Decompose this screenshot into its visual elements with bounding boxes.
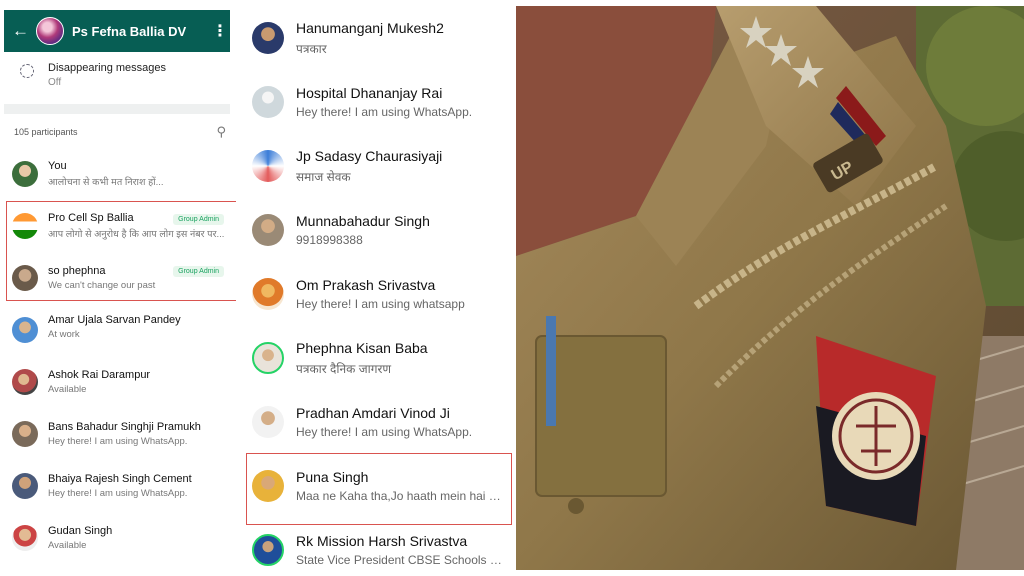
disappearing-value: Off — [48, 77, 62, 88]
avatar — [12, 421, 38, 447]
participants-header: 105 participants ⚲ — [14, 124, 226, 140]
participant-name: Ashok Rai Darampur — [48, 369, 151, 381]
participant-status: आलोचना से कभी मत निराश हों... — [48, 177, 164, 188]
contact-status: पत्रकार — [296, 41, 327, 56]
contact-status: Hey there! I am using whatsapp — [296, 297, 465, 311]
participant-status: Hey there! I am using WhatsApp. — [48, 436, 188, 447]
avatar — [12, 473, 38, 499]
contact-row[interactable]: Hospital Dhananjay Rai Hey there! I am u… — [244, 70, 512, 134]
contact-status: Hey there! I am using WhatsApp. — [296, 105, 473, 119]
contact-name: Munnabahadur Singh — [296, 213, 430, 229]
contact-name: Pradhan Amdari Vinod Ji — [296, 405, 450, 421]
more-vertical-icon[interactable]: ⋮ — [212, 21, 228, 41]
contact-name: Hanumanganj Mukesh2 — [296, 19, 444, 36]
group-avatar[interactable] — [36, 17, 64, 45]
section-divider — [4, 104, 230, 114]
disappearing-label: Disappearing messages — [48, 62, 167, 74]
avatar — [252, 534, 284, 566]
group-app-bar: ← Ps Fefna Ballia DV ⋮ — [4, 10, 230, 52]
avatar — [252, 214, 284, 246]
uniform-illustration: UP — [516, 6, 1024, 570]
participant-name: Bhaiya Rajesh Singh Cement — [48, 473, 192, 485]
avatar — [252, 278, 284, 310]
contact-row[interactable]: Pradhan Amdari Vinod Ji Hey there! I am … — [244, 390, 512, 454]
contact-name: Hospital Dhananjay Rai — [296, 85, 443, 101]
highlight-box-admins — [6, 201, 236, 301]
timer-icon — [20, 64, 34, 78]
contact-row[interactable]: Rk Mission Harsh Srivastva State Vice Pr… — [244, 518, 512, 576]
participant-name: You — [48, 160, 67, 172]
avatar — [252, 150, 284, 182]
contact-row[interactable]: Om Prakash Srivastva Hey there! I am usi… — [244, 262, 512, 326]
contact-row[interactable]: Munnabahadur Singh 9918998388 — [244, 198, 512, 262]
avatar — [12, 161, 38, 187]
participant-row[interactable]: Ashok Rai Darampur Available — [12, 360, 232, 404]
avatar — [12, 525, 38, 551]
contact-name: Phephna Kisan Baba — [296, 339, 428, 356]
contact-status: समाज सेवक — [296, 169, 351, 184]
participant-name: Amar Ujala Sarvan Pandey — [48, 314, 181, 326]
highlight-box-contact — [246, 453, 512, 525]
contact-name: Jp Sadasy Chaurasiyaji — [296, 147, 443, 164]
avatar — [252, 406, 284, 438]
contact-row[interactable]: Hanumanganj Mukesh2 पत्रकार — [244, 6, 512, 70]
avatar — [252, 22, 284, 54]
contact-status: State Vice President CBSE Schools Ma... — [296, 553, 512, 567]
group-title[interactable]: Ps Fefna Ballia DV — [72, 24, 212, 39]
contact-name: Om Prakash Srivastva — [296, 277, 436, 293]
avatar — [252, 342, 284, 374]
group-info-panel: ← Ps Fefna Ballia DV ⋮ Disappearing mess… — [0, 0, 236, 576]
contact-row[interactable]: Phephna Kisan Baba पत्रकार दैनिक जागरण — [244, 326, 512, 390]
avatar — [12, 369, 38, 395]
contact-status: Hey there! I am using WhatsApp. — [296, 425, 473, 439]
participant-row[interactable]: Bhaiya Rajesh Singh Cement Hey there! I … — [12, 464, 232, 508]
default-avatar — [252, 86, 284, 118]
participant-name: Bans Bahadur Singhji Pramukh — [48, 421, 201, 433]
police-uniform-photo: UP — [516, 6, 1024, 570]
contact-name: Rk Mission Harsh Srivastva — [296, 533, 468, 549]
participant-row[interactable]: Gudan Singh Available — [12, 516, 232, 560]
contact-status: पत्रकार दैनिक जागरण — [296, 361, 392, 376]
participant-status: At work — [48, 329, 80, 340]
arrow-left-icon[interactable]: ← — [12, 21, 32, 41]
participant-name: Gudan Singh — [48, 525, 113, 537]
participant-row[interactable]: You आलोचना से कभी मत निराश हों... — [12, 152, 232, 196]
participant-row[interactable]: Bans Bahadur Singhji Pramukh Hey there! … — [12, 412, 232, 456]
avatar — [12, 317, 38, 343]
participant-status: Hey there! I am using WhatsApp. — [48, 488, 188, 499]
contact-status: 9918998388 — [296, 233, 363, 247]
search-icon[interactable]: ⚲ — [216, 124, 226, 140]
participant-status: Available — [48, 540, 87, 551]
participant-row[interactable]: Amar Ujala Sarvan Pandey At work — [12, 308, 232, 352]
contact-row[interactable]: Jp Sadasy Chaurasiyaji समाज सेवक — [244, 134, 512, 198]
disappearing-messages-row[interactable]: Disappearing messages Off — [4, 52, 230, 104]
participant-status: Available — [48, 384, 87, 395]
participants-count: 105 participants — [14, 127, 78, 137]
